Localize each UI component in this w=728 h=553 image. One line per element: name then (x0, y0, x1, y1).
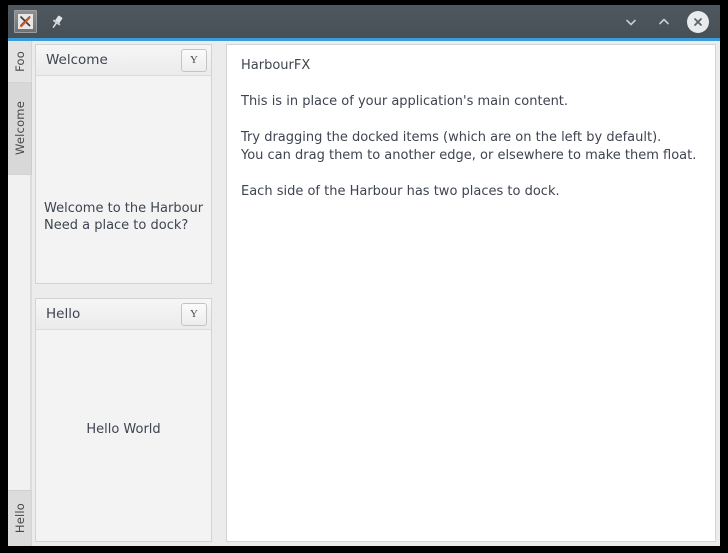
sidebar-tab-foo-label: Foo (12, 51, 27, 72)
main-content-area: HarbourFX This is in place of your appli… (226, 44, 716, 542)
titlebar-left-icons (8, 10, 68, 33)
welcome-message-line-2: Need a place to dock? (44, 218, 189, 233)
dock-panel-welcome: Welcome Y Welcome to the Harbour Need a … (35, 44, 212, 284)
dock-column-left: Welcome Y Welcome to the Harbour Need a … (32, 41, 212, 546)
window-body: Foo Welcome Hello Welcome Y Welcome to t… (8, 41, 720, 546)
main-paragraph-2-line-2: You can drag them to another edge, or el… (241, 148, 697, 163)
application-window: Foo Welcome Hello Welcome Y Welcome to t… (8, 5, 720, 546)
welcome-message-line-1: Welcome to the Harbour (44, 201, 204, 216)
dock-panel-hello-header[interactable]: Hello Y (36, 299, 211, 330)
title-bar (8, 5, 720, 38)
main-column: HarbourFX This is in place of your appli… (226, 41, 720, 546)
sidebar-tab-hello-label: Hello (12, 503, 27, 534)
main-paragraph-2-line-1: Try dragging the docked items (which are… (241, 130, 662, 145)
main-paragraph-3: Each side of the Harbour has two places … (241, 184, 560, 199)
chevron-down-icon[interactable]: Y (181, 302, 207, 326)
dock-panel-welcome-title: Welcome (46, 52, 108, 68)
chevron-down-icon[interactable]: Y (181, 48, 207, 72)
pin-icon[interactable] (46, 11, 68, 33)
dock-panel-splitter-horizontal[interactable] (35, 284, 212, 298)
sidebar-tab-hello[interactable]: Hello (8, 490, 32, 546)
dock-panel-hello-title: Hello (46, 306, 81, 322)
dock-panel-welcome-header[interactable]: Welcome Y (36, 45, 211, 76)
hello-world-message: Hello World (86, 422, 161, 437)
close-button[interactable] (687, 10, 709, 33)
welcome-message: Welcome to the Harbour Need a place to d… (44, 200, 203, 234)
window-controls (621, 10, 720, 33)
dock-panel-hello: Hello Y Hello World (35, 298, 212, 542)
dock-panel-welcome-body: Welcome to the Harbour Need a place to d… (36, 76, 211, 283)
sidebar-tab-welcome-label: Welcome (12, 101, 27, 156)
maximize-button[interactable] (654, 12, 674, 32)
page-title: HarbourFX (241, 58, 311, 73)
sidebar-tab-welcome[interactable]: Welcome (8, 83, 32, 175)
application-x-icon[interactable] (14, 10, 37, 33)
left-tab-strip: Foo Welcome Hello (8, 41, 32, 546)
dock-main-splitter-vertical[interactable] (212, 41, 226, 546)
sidebar-tab-foo[interactable]: Foo (8, 41, 32, 83)
main-paragraph-1: This is in place of your application's m… (241, 94, 569, 109)
tab-strip-gap (8, 175, 31, 490)
minimize-button[interactable] (621, 12, 641, 32)
dock-panel-hello-body: Hello World (36, 330, 211, 541)
